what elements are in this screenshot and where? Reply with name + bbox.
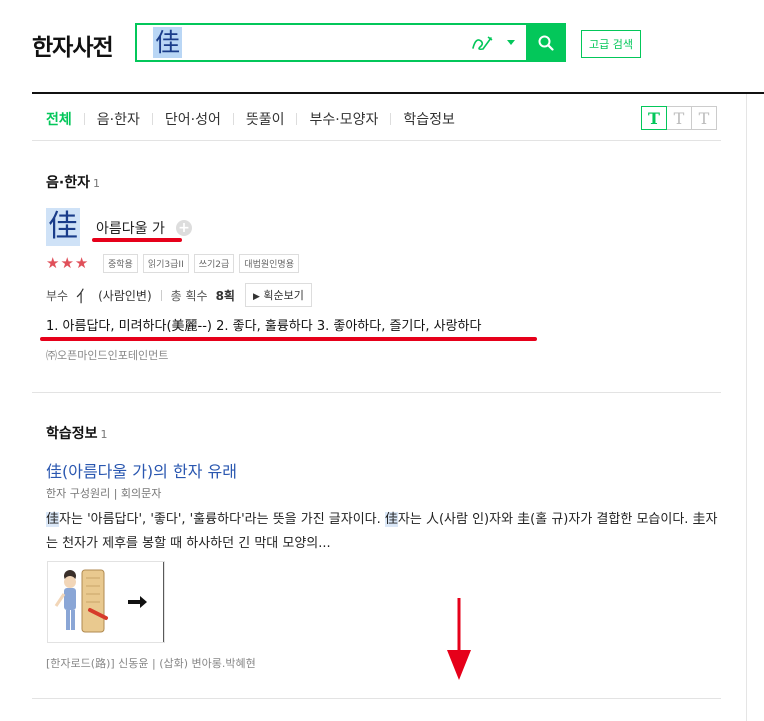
radical-label: 부수 xyxy=(46,288,69,303)
tab-meaning[interactable]: 뜻풀이 xyxy=(246,109,285,129)
handwriting-icon[interactable] xyxy=(470,33,494,53)
image-credit: [한자로드(路)] 신동윤 | (삽화) 변아롱.박혜현 xyxy=(46,657,256,670)
section-count: 1 xyxy=(92,177,100,190)
stroke-order-button[interactable]: ▶ 획순보기 xyxy=(244,283,312,307)
tab-study-info[interactable]: 학습정보 xyxy=(403,109,455,129)
excerpt-text: 자는 '아름답다', '좋다', '훌륭하다'라는 뜻을 가진 글자이다. xyxy=(59,512,385,527)
strokes-count: 8획 xyxy=(215,288,235,303)
badge-writing-level: 쓰기2급 xyxy=(193,254,235,273)
highlighted-char: 佳 xyxy=(46,512,60,527)
site-logo[interactable]: 한자사전 xyxy=(32,28,114,62)
hanja-character[interactable]: 佳 xyxy=(46,208,80,246)
strokes-label: 총 획수 xyxy=(170,288,208,303)
font-style-1[interactable]: T xyxy=(641,106,667,130)
stroke-order-label: 획순보기 xyxy=(263,289,304,302)
header-divider xyxy=(32,92,764,94)
badge-name-use: 대법원인명용 xyxy=(239,254,299,273)
section-title-study: 학습정보 1 xyxy=(46,423,108,443)
play-icon: ▶ xyxy=(252,292,260,302)
section-divider xyxy=(32,392,721,393)
tab-words-idioms[interactable]: 단어·성어 xyxy=(165,109,221,129)
meta-separator xyxy=(160,289,162,301)
article-excerpt: 佳자는 '아름답다', '좋다', '훌륭하다'라는 뜻을 가진 글자이다. 佳… xyxy=(46,508,718,556)
radical-character[interactable]: 亻 xyxy=(76,283,92,307)
tab-separator xyxy=(151,113,153,125)
tab-eum-hanja[interactable]: 음·한자 xyxy=(97,109,140,129)
annotation-underline-meanings xyxy=(40,337,537,341)
tab-separator xyxy=(83,113,85,125)
advanced-search-button[interactable]: 고급 검색 xyxy=(581,30,641,58)
plus-icon[interactable]: + xyxy=(176,220,192,236)
annotation-underline-reading xyxy=(92,238,182,242)
tab-separator xyxy=(232,113,234,125)
search-icon xyxy=(538,35,554,51)
section-title-text: 음·한자 xyxy=(46,175,90,191)
font-style-2[interactable]: T xyxy=(666,106,692,130)
category-tabs: 전체 음·한자 단어·성어 뜻풀이 부수·모양자 학습정보 xyxy=(46,108,455,130)
search-box[interactable]: 佳 xyxy=(135,23,566,62)
section-title-text: 학습정보 xyxy=(46,426,98,442)
hanja-meanings: 1. 아름답다, 미려하다(美麗--) 2. 좋다, 훌륭하다 3. 좋아하다,… xyxy=(46,319,482,334)
dropdown-icon[interactable] xyxy=(507,40,515,45)
tab-all[interactable]: 전체 xyxy=(46,109,72,129)
down-arrow-icon xyxy=(447,598,471,680)
tab-separator xyxy=(390,113,392,125)
tab-radical[interactable]: 부수·모양자 xyxy=(309,109,378,129)
section-divider xyxy=(32,698,721,699)
section-count: 1 xyxy=(100,428,108,441)
article-thumbnail[interactable] xyxy=(47,561,165,643)
badge-reading-level: 읽기3급II xyxy=(142,254,189,273)
tabs-divider xyxy=(32,140,721,141)
article-title-link[interactable]: 佳(아름다울 가)의 한자 유래 xyxy=(46,458,237,482)
badge-middle-school: 중학용 xyxy=(103,254,138,273)
tab-separator xyxy=(296,113,298,125)
font-style-3[interactable]: T xyxy=(691,106,717,130)
source-credit: ㈜오픈마인드인포테인먼트 xyxy=(46,349,169,362)
content-right-border xyxy=(746,94,747,721)
illustration-image xyxy=(54,562,164,642)
radical-name: (사람인변) xyxy=(98,288,152,303)
highlighted-char: 佳 xyxy=(384,512,398,527)
search-input[interactable]: 佳 xyxy=(153,27,183,58)
importance-stars: ★★★ xyxy=(46,254,90,272)
search-button[interactable] xyxy=(526,23,566,62)
font-style-toggle: T T T xyxy=(641,106,717,130)
article-subtitle: 한자 구성원리 | 회의문자 xyxy=(46,487,162,500)
section-title-eum-hanja: 음·한자 1 xyxy=(46,172,100,192)
hanja-reading[interactable]: 아름다울 가 xyxy=(96,218,165,238)
hanja-meta-row: 부수 亻 (사람인변) 총 획수 8획 ▶ 획순보기 xyxy=(46,283,312,307)
level-badges: 중학용 읽기3급II 쓰기2급 대법원인명용 xyxy=(103,254,299,273)
